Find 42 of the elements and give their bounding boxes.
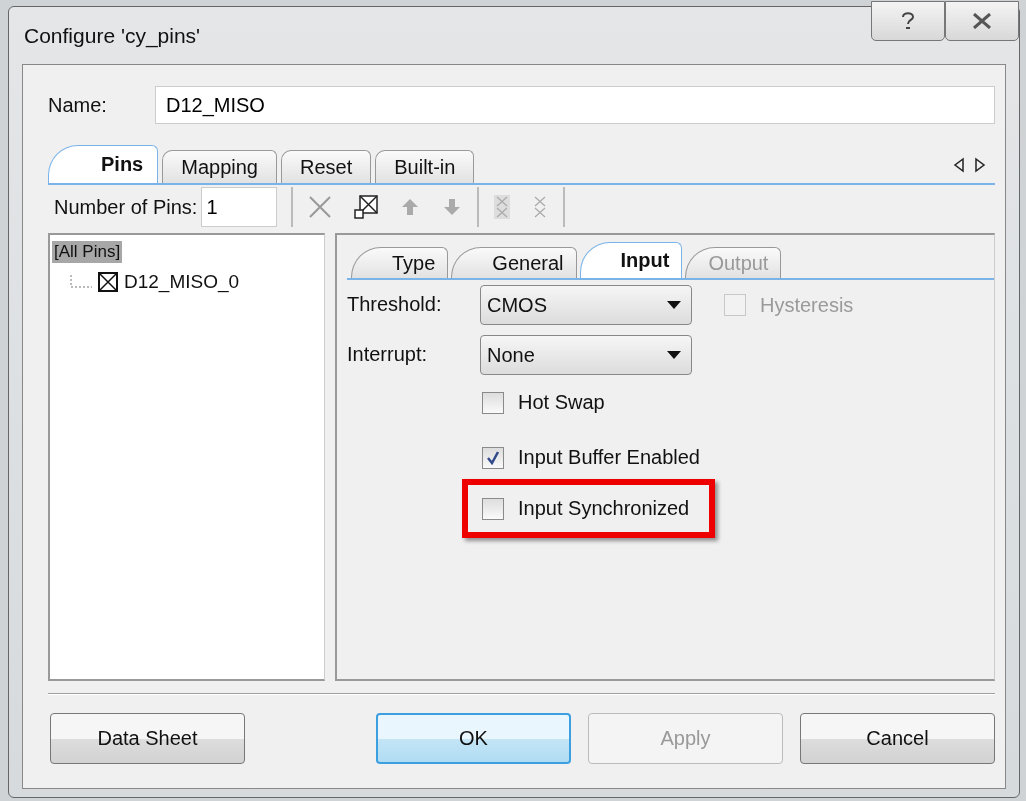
tab[interactable]: General: [451, 247, 577, 278]
dialog-button[interactable]: OK: [376, 713, 571, 764]
tab[interactable]: Mapping: [162, 150, 277, 183]
dialog-button[interactable]: Data Sheet: [50, 713, 245, 764]
pin-icon: [98, 272, 118, 292]
window-title: Configure 'cy_pins': [24, 24, 201, 48]
checkbox-label: Input Buffer Enabled: [518, 446, 700, 469]
tab[interactable]: Reset: [280, 150, 372, 183]
tree-item[interactable]: D12_MISO_0: [124, 271, 240, 293]
interrupt-dropdown[interactable]: None: [480, 335, 692, 375]
name-label: Name:: [48, 93, 108, 117]
help-icon: [901, 11, 915, 31]
tab-left-icon[interactable]: [953, 157, 965, 173]
dialog-button[interactable]: Cancel: [800, 713, 995, 764]
delete-icon[interactable]: [307, 194, 334, 220]
tree-item[interactable]: [All Pins]: [52, 241, 123, 263]
tab[interactable]: Input: [579, 242, 683, 278]
interrupt-label: Interrupt:: [347, 342, 429, 366]
threshold-label: Threshold:: [347, 292, 443, 316]
number-of-pins-label: Number of Pins:: [54, 195, 198, 219]
caret-icon: [667, 351, 681, 359]
checkbox[interactable]: [482, 446, 504, 469]
checkbox[interactable]: [482, 497, 504, 520]
checkbox-label: Input Synchronized: [518, 497, 690, 520]
tab[interactable]: Type: [351, 247, 449, 278]
tab[interactable]: Built-in: [375, 150, 475, 183]
checkbox-label: Hot Swap: [518, 391, 605, 414]
add-pin-icon[interactable]: [353, 194, 380, 220]
number-of-pins-field[interactable]: 1: [201, 187, 278, 227]
caret-icon: [667, 301, 681, 309]
help-button[interactable]: [871, 1, 945, 41]
box-cross-icon[interactable]: [493, 194, 512, 220]
close-button[interactable]: [945, 1, 1019, 41]
tree-line-icon: [70, 275, 92, 289]
threshold-dropdown[interactable]: CMOS: [480, 285, 692, 325]
name-field[interactable]: D12_MISO: [155, 86, 995, 124]
tab[interactable]: Pins: [48, 145, 159, 183]
checkmark-icon: [486, 450, 500, 465]
tab-right-icon[interactable]: [974, 157, 986, 173]
close-icon: [972, 13, 992, 29]
checkbox[interactable]: [482, 391, 504, 414]
hysteresis-label: Hysteresis: [760, 293, 854, 317]
